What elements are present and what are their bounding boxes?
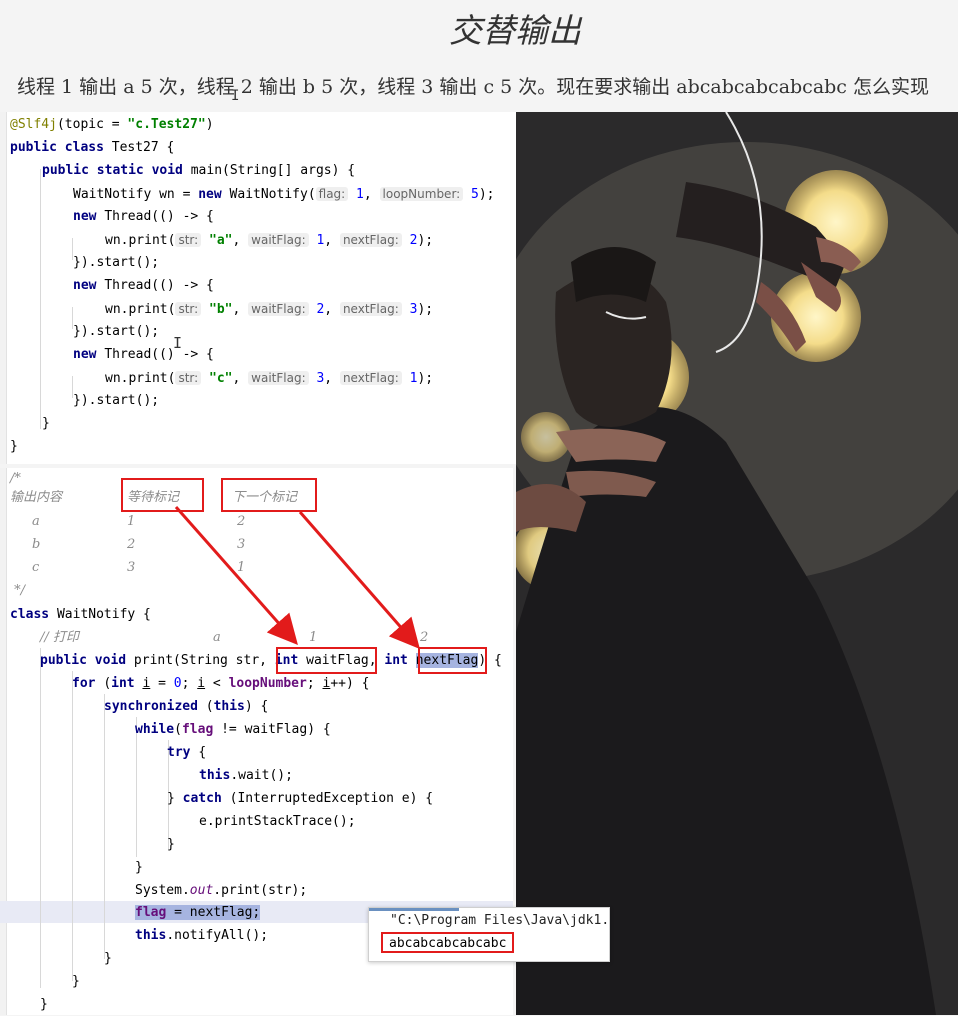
comment-cell: a (213, 630, 221, 645)
code-line: } (104, 951, 112, 966)
code-line: }).start(); (73, 393, 160, 408)
code-line: @Slf4j(topic = "c.Test27") (10, 117, 214, 132)
param-hint: nextFlag: (339, 371, 402, 385)
comment-cell: 1 (309, 630, 318, 645)
code-line: synchronized (this) { (104, 699, 269, 714)
code-line: }).start(); (73, 324, 160, 339)
comment-line: */ (10, 583, 26, 598)
illustration-panel (516, 112, 958, 1015)
code-line: while(flag != waitFlag) { (135, 722, 331, 737)
console-java-path: "C:\Program Files\Java\jdk1. (390, 913, 610, 928)
editor-gutter (0, 112, 7, 464)
comment-cell: 1 (127, 514, 136, 529)
comment-cell: 2 (127, 537, 136, 552)
code-line: this.wait(); (199, 768, 293, 783)
param-hint: waitFlag: (248, 233, 309, 247)
param-hint: waitFlag: (248, 371, 309, 385)
param-hint: nextFlag: (339, 302, 402, 316)
code-line: try { (167, 745, 207, 760)
code-line: for (int i = 0; i < loopNumber; i++) { (72, 676, 370, 691)
console-tab-indicator (369, 908, 459, 911)
code-line: wn.print(str: "c", waitFlag: 3, nextFlag… (105, 371, 434, 386)
param-hint: flag: (315, 187, 349, 201)
code-line: public static void main(String[] args) { (42, 163, 356, 178)
code-line-selected: flag = nextFlag; (135, 905, 261, 920)
next-flag-param-highlight (418, 647, 487, 674)
comment-cell: b (32, 537, 41, 552)
comment-cell: 3 (127, 560, 136, 575)
code-line: } (42, 416, 50, 431)
comment-cell: 2 (237, 514, 246, 529)
code-line: } (135, 860, 143, 875)
next-flag-header-highlight (221, 478, 317, 512)
comment-cell: a (32, 514, 40, 529)
comment-cell: 1 (237, 560, 246, 575)
code-line: WaitNotify wn = new WaitNotify(flag: 1, … (73, 187, 495, 202)
output-highlight (381, 932, 514, 953)
indent-guide (104, 694, 105, 959)
editor-gutter (0, 468, 7, 1015)
wait-flag-param-highlight (276, 647, 377, 674)
comment-header-output: 输出内容 (10, 490, 63, 505)
comment-line: // 打印 (40, 630, 79, 645)
slide-title: 交替输出 (449, 11, 581, 50)
code-line: } (167, 837, 175, 852)
code-line: e.printStackTrace(); (199, 814, 356, 829)
param-hint: str: (175, 233, 202, 247)
code-line: this.notifyAll(); (135, 928, 269, 943)
comment-cell: c (32, 560, 40, 575)
param-hint: waitFlag: (248, 302, 309, 316)
code-line: new Thread(() -> { (73, 347, 214, 362)
param-hint: str: (175, 302, 202, 316)
code-line: System.out.print(str); (135, 883, 308, 898)
param-hint: str: (175, 371, 202, 385)
code-line: }).start(); (73, 255, 160, 270)
indent-guide (40, 169, 41, 429)
comment-cell: 3 (237, 537, 246, 552)
code-line: wn.print(str: "a", waitFlag: 1, nextFlag… (105, 233, 434, 248)
slide-description: 线程 1 输出 a 5 次，线程 2 输出 b 5 次，线程 3 输出 c 5 … (17, 76, 929, 98)
wait-flag-header-highlight (121, 478, 204, 512)
code-line: } catch (InterruptedException e) { (167, 791, 434, 806)
text-cursor-icon: I (231, 88, 240, 104)
illustration-image (516, 112, 958, 1015)
indent-guide (40, 648, 41, 988)
code-line: wn.print(str: "b", waitFlag: 2, nextFlag… (105, 302, 434, 317)
code-line: } (10, 439, 18, 454)
code-line: new Thread(() -> { (73, 209, 214, 224)
code-line: class WaitNotify { (10, 607, 151, 622)
param-hint: loopNumber: (379, 187, 464, 201)
code-line: } (40, 997, 48, 1012)
code-line: new Thread(() -> { (73, 278, 214, 293)
comment-cell: 2 (420, 630, 429, 645)
param-hint: nextFlag: (339, 233, 402, 247)
code-editor-main[interactable]: @Slf4j(topic = "c.Test27") public class … (0, 112, 516, 464)
code-line: } (72, 974, 80, 989)
code-line: public class Test27 { (10, 140, 175, 155)
indent-guide (72, 671, 73, 981)
